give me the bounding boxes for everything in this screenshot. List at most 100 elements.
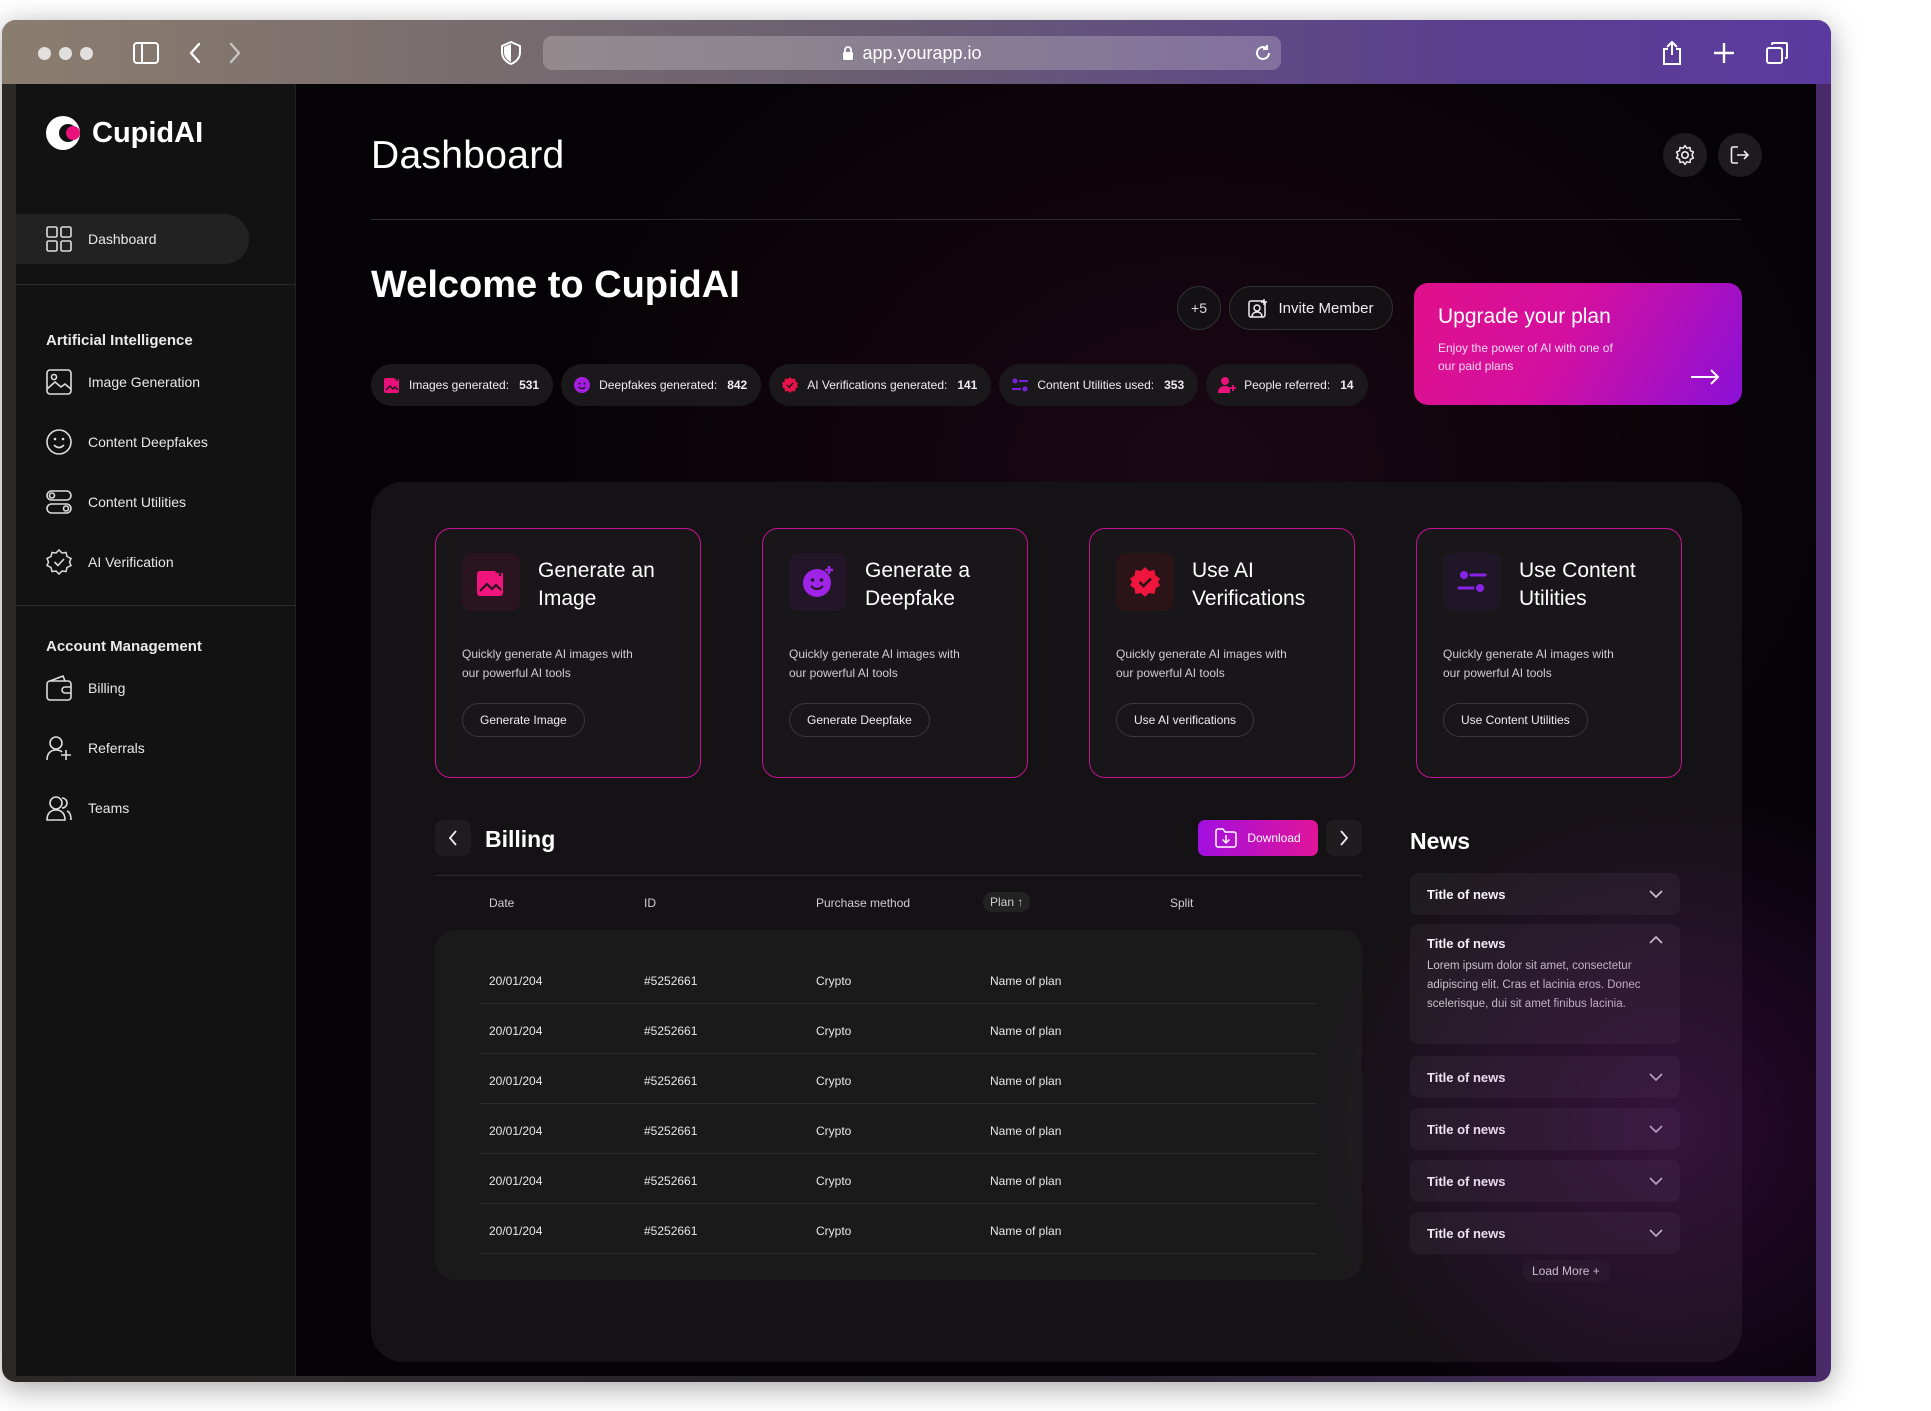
news-item[interactable]: Title of news — [1410, 1108, 1680, 1150]
column-id[interactable]: ID — [644, 896, 656, 910]
header-divider — [371, 219, 1741, 220]
cell-plan: Name of plan — [990, 1024, 1062, 1038]
download-button[interactable]: Download — [1198, 820, 1318, 856]
section-title-account: Account Management — [46, 638, 202, 655]
invite-member-label: Invite Member — [1278, 299, 1374, 317]
billing-header: Billing Download — [435, 820, 1362, 876]
feature-card-deepfake[interactable]: Generate a Deepfake Quickly generate AI … — [762, 528, 1028, 778]
card-description: Quickly generate AI images with our powe… — [789, 647, 960, 680]
sidebar-divider — [16, 605, 296, 606]
settings-button[interactable] — [1663, 133, 1707, 177]
sidebar-toggle-icon[interactable] — [133, 40, 159, 66]
cell-id: #5252661 — [644, 1024, 698, 1038]
table-row[interactable]: 20/01/204 #5252661 Crypto Name of plan — [481, 1104, 1316, 1154]
stat-label: Deepfakes generated: — [599, 378, 718, 392]
gear-icon — [1675, 144, 1695, 166]
close-window-dot[interactable] — [38, 47, 51, 60]
more-members-badge[interactable]: +5 — [1177, 286, 1221, 330]
sidebar-item-label: Content Deepfakes — [88, 434, 208, 450]
download-folder-icon — [1215, 828, 1238, 848]
badge-check-icon — [1130, 567, 1160, 597]
feature-card-image[interactable]: Generate an Image Quickly generate AI im… — [435, 528, 701, 778]
logout-button[interactable] — [1718, 133, 1762, 177]
use-content-utilities-button[interactable]: Use Content Utilities — [1443, 703, 1588, 737]
reload-icon[interactable] — [1253, 43, 1273, 63]
arrow-right-icon[interactable] — [1690, 369, 1720, 385]
stat-label: Images generated: — [409, 378, 510, 392]
invite-member-button[interactable]: Invite Member — [1229, 286, 1393, 330]
cell-id: #5252661 — [644, 1224, 698, 1238]
welcome-title: Welcome to CupidAI — [371, 264, 740, 306]
minimize-window-dot[interactable] — [59, 47, 72, 60]
page-title: Dashboard — [371, 134, 565, 177]
sidebar-item-label: Teams — [88, 800, 130, 816]
billing-prev-button[interactable] — [435, 820, 471, 856]
sidebar-item-referrals[interactable]: Referrals — [16, 723, 249, 773]
stat-label: Content Utilities used: — [1037, 378, 1155, 392]
column-plan-sorted[interactable]: Plan ↑ — [983, 892, 1031, 912]
card-icon-wrap — [1443, 553, 1501, 611]
column-purchase-method[interactable]: Purchase method — [816, 896, 910, 910]
news-item[interactable]: Title of news — [1410, 1160, 1680, 1202]
use-ai-verifications-button[interactable]: Use AI verifications — [1116, 703, 1255, 737]
news-item[interactable]: Title of news — [1410, 1056, 1680, 1098]
column-date[interactable]: Date — [489, 896, 514, 910]
browser-toolbar: app.yourapp.io — [2, 20, 1831, 84]
cell-method: Crypto — [816, 1224, 852, 1238]
table-row[interactable]: 20/01/204 #5252661 Crypto Name of plan — [481, 954, 1316, 1004]
smiley-icon — [574, 377, 591, 393]
tabs-overview-icon[interactable] — [1764, 40, 1790, 66]
generate-image-button[interactable]: Generate Image — [462, 703, 585, 737]
zoom-window-dot[interactable] — [80, 47, 93, 60]
feature-card-utilities[interactable]: Use Content Utilities Quickly generate A… — [1416, 528, 1682, 778]
column-split[interactable]: Split — [1170, 896, 1193, 910]
chevron-down-icon — [1649, 1073, 1663, 1081]
generate-deepfake-button[interactable]: Generate Deepfake — [789, 703, 930, 737]
sidebar-item-ai-verification[interactable]: AI Verification — [16, 537, 249, 587]
brand-logo[interactable]: CupidAI — [46, 114, 203, 152]
badge-check-icon — [46, 549, 72, 575]
news-item[interactable]: Title of news — [1410, 1212, 1680, 1254]
sidebar-item-teams[interactable]: Teams — [16, 783, 249, 833]
table-row[interactable]: 20/01/204 #5252661 Crypto Name of plan — [481, 1154, 1316, 1204]
table-row[interactable]: 20/01/204 #5252661 Crypto Name of plan — [481, 1054, 1316, 1104]
sidebar-item-content-utilities[interactable]: Content Utilities — [16, 477, 249, 527]
sidebar-item-dashboard[interactable]: Dashboard — [16, 214, 249, 264]
card-title: Use AI Verifications — [1192, 559, 1306, 610]
news-item[interactable]: Title of news — [1410, 873, 1680, 915]
stat-value: 531 — [519, 378, 540, 392]
upgrade-subtitle: Enjoy the power of AI with one of our pa… — [1438, 341, 1613, 373]
address-bar[interactable]: app.yourapp.io — [543, 36, 1281, 70]
stat-value: 842 — [727, 378, 748, 392]
news-item-expanded[interactable]: Title of news Lorem ipsum dolor sit amet… — [1410, 924, 1680, 1044]
back-icon[interactable] — [182, 40, 208, 66]
sidebar-item-billing[interactable]: Billing — [16, 663, 249, 713]
news-item-title: Title of news — [1427, 886, 1506, 902]
cell-date: 20/01/204 — [489, 1124, 543, 1138]
cell-date: 20/01/204 — [489, 1174, 543, 1188]
table-row[interactable]: 20/01/204 #5252661 Crypto Name of plan — [481, 1004, 1316, 1054]
cell-id: #5252661 — [644, 1124, 698, 1138]
share-icon[interactable] — [1659, 40, 1685, 66]
window-controls — [38, 47, 93, 60]
feature-card-verification[interactable]: Use AI Verifications Quickly generate AI… — [1089, 528, 1355, 778]
upgrade-plan-card[interactable]: Upgrade your plan Enjoy the power of AI … — [1414, 283, 1742, 405]
shield-icon[interactable] — [498, 40, 524, 66]
new-tab-icon[interactable] — [1711, 40, 1737, 66]
billing-table-body: 20/01/204 #5252661 Crypto Name of plan 2… — [435, 930, 1362, 1280]
billing-title: Billing — [485, 826, 556, 852]
load-more-button[interactable]: Load More + — [1522, 1260, 1610, 1282]
billing-next-button[interactable] — [1326, 820, 1362, 856]
forward-icon[interactable] — [222, 40, 248, 66]
cell-id: #5252661 — [644, 974, 698, 988]
news-item-title: Title of news — [1427, 1173, 1506, 1189]
download-label: Download — [1247, 831, 1301, 845]
sidebar-item-image-generation[interactable]: Image Generation — [16, 357, 249, 407]
users-icon — [46, 796, 72, 821]
table-row[interactable]: 20/01/204 #5252661 Crypto Name of plan — [481, 1204, 1316, 1254]
news-item-title: Title of news — [1427, 936, 1506, 951]
card-icon-wrap — [1116, 553, 1174, 611]
wallet-icon — [46, 675, 72, 701]
sidebar-item-content-deepfakes[interactable]: Content Deepfakes — [16, 417, 249, 467]
cell-method: Crypto — [816, 1074, 852, 1088]
